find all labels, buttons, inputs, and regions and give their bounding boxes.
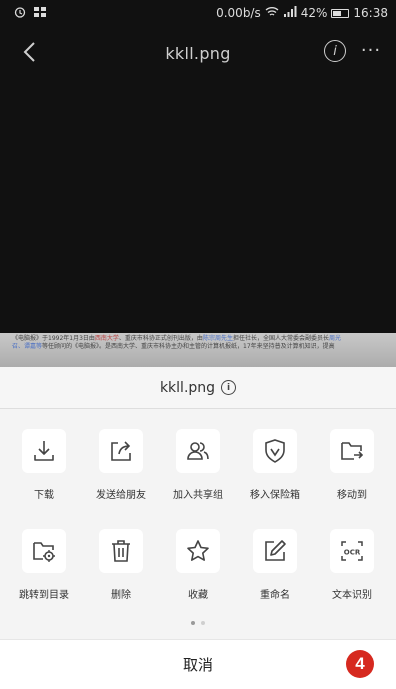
status-left <box>14 6 46 21</box>
app-grid-icon <box>34 6 46 20</box>
shield-icon <box>265 439 285 463</box>
document-preview: 《电脑报》于1992年1月3日由西南大学、重庆市科协正式创刊出版，由陈宗周先生担… <box>0 333 396 371</box>
preview-text: 、重庆市科协正式创刊出版，由 <box>118 335 203 342</box>
action-tile[interactable] <box>99 529 143 573</box>
group-icon <box>187 442 209 460</box>
cancel-label: 取消 <box>182 656 213 674</box>
preview-line-1: 《电脑报》于1992年1月3日由西南大学、重庆市科协正式创刊出版，由陈宗周先生担… <box>12 335 384 343</box>
action-sheet: kkll.png i 下载 发送给朋友 加入共享组 移入保险箱 移动到 跳转到目… <box>0 367 396 689</box>
action-label: 收藏 <box>188 590 208 601</box>
action-label: 移入保险箱 <box>250 490 300 501</box>
alarm-icon <box>14 6 26 21</box>
action-row-2: 跳转到目录 删除 收藏 重命名 OCR 文本识别 <box>0 529 396 601</box>
action-label: 删除 <box>111 590 131 601</box>
file-info-icon[interactable]: i <box>221 380 237 395</box>
action-move-to-safe[interactable]: 移入保险箱 <box>243 429 307 501</box>
action-tile[interactable] <box>330 429 374 473</box>
download-icon <box>34 441 54 461</box>
action-label: 下载 <box>34 490 54 501</box>
back-arrow-icon <box>23 42 35 62</box>
page-indicator <box>0 621 396 625</box>
edit-icon <box>265 540 286 561</box>
status-right: 0.00b/s 42% 16:38 <box>216 6 388 20</box>
info-button[interactable]: i <box>324 40 346 62</box>
preview-text: 周光 <box>328 335 341 342</box>
action-tile[interactable]: OCR <box>330 529 374 573</box>
info-icon: i <box>333 43 337 59</box>
action-jump-to-directory[interactable]: 跳转到目录 <box>12 529 76 601</box>
battery-percent: 42% <box>300 6 328 20</box>
ocr-icon: OCR <box>341 541 363 561</box>
action-text-recognition[interactable]: OCR 文本识别 <box>320 529 384 601</box>
more-icon: ··· <box>360 40 382 61</box>
action-row-1: 下载 发送给朋友 加入共享组 移入保险箱 移动到 <box>0 429 396 501</box>
folder-locate-icon <box>33 542 55 562</box>
title-bar: kkll.png i ··· <box>0 30 396 76</box>
wifi-icon <box>265 6 279 20</box>
preview-text: 等任顾问的《电脑报》。是西南大学、重庆市科协主办和主管的计算机报纸，17年来坚持… <box>42 343 335 350</box>
action-label: 加入共享组 <box>173 490 223 501</box>
action-tile[interactable] <box>176 529 220 573</box>
action-download[interactable]: 下载 <box>12 429 76 501</box>
action-tile[interactable] <box>99 429 143 473</box>
network-speed: 0.00b/s <box>216 6 261 20</box>
action-send-to-friend[interactable]: 发送给朋友 <box>89 429 153 501</box>
action-move-to[interactable]: 移动到 <box>320 429 384 501</box>
action-label: 重命名 <box>260 590 290 601</box>
action-tile[interactable] <box>253 429 297 473</box>
battery-icon <box>331 8 350 18</box>
folder-move-icon <box>341 442 364 460</box>
preview-text: 西南大学 <box>94 335 119 342</box>
action-tile[interactable] <box>253 529 297 573</box>
page-dot <box>201 621 205 625</box>
action-rename[interactable]: 重命名 <box>243 529 307 601</box>
sheet-header: kkll.png i <box>0 367 396 409</box>
preview-text: 召、谭嘉等 <box>12 343 43 350</box>
action-tile[interactable] <box>176 429 220 473</box>
action-join-share-group[interactable]: 加入共享组 <box>166 429 230 501</box>
signal-icon <box>283 6 297 20</box>
page-title: kkll.png <box>165 43 231 63</box>
share-icon <box>111 441 131 461</box>
ocr-icon-text: OCR <box>344 549 361 557</box>
action-grid: 下载 发送给朋友 加入共享组 移入保险箱 移动到 跳转到目录 删除 收藏 重命名… <box>0 429 396 601</box>
preview-text: 《电脑报》于1992年1月3日由 <box>12 335 95 342</box>
action-label: 跳转到目录 <box>19 590 69 601</box>
action-tile[interactable] <box>22 429 66 473</box>
preview-text: 陈宗周先生 <box>202 335 233 342</box>
preview-text: 担任社长，全国人大常委会副委员长 <box>232 335 329 342</box>
back-button[interactable] <box>14 37 44 67</box>
action-label: 发送给朋友 <box>96 490 146 501</box>
phone-screen: 0.00b/s 42% 16:38 kkll.png i ··· 《电脑报》于1… <box>0 0 396 689</box>
action-favorite[interactable]: 收藏 <box>166 529 230 601</box>
trash-icon <box>112 540 130 562</box>
status-bar: 0.00b/s 42% 16:38 <box>0 0 396 26</box>
step-number-badge: 4 <box>346 650 374 678</box>
more-button[interactable]: ··· <box>356 40 386 62</box>
sheet-filename: kkll.png <box>159 379 216 396</box>
preview-line-2: 召、谭嘉等等任顾问的《电脑报》。是西南大学、重庆市科协主办和主管的计算机报纸，1… <box>12 343 384 351</box>
cancel-button[interactable]: 取消 <box>0 639 396 689</box>
action-tile[interactable] <box>22 529 66 573</box>
action-label: 文本识别 <box>332 590 372 601</box>
action-label: 移动到 <box>337 490 367 501</box>
action-delete[interactable]: 删除 <box>89 529 153 601</box>
star-icon <box>187 540 209 561</box>
clock: 16:38 <box>353 6 388 20</box>
page-dot-active <box>191 621 195 625</box>
